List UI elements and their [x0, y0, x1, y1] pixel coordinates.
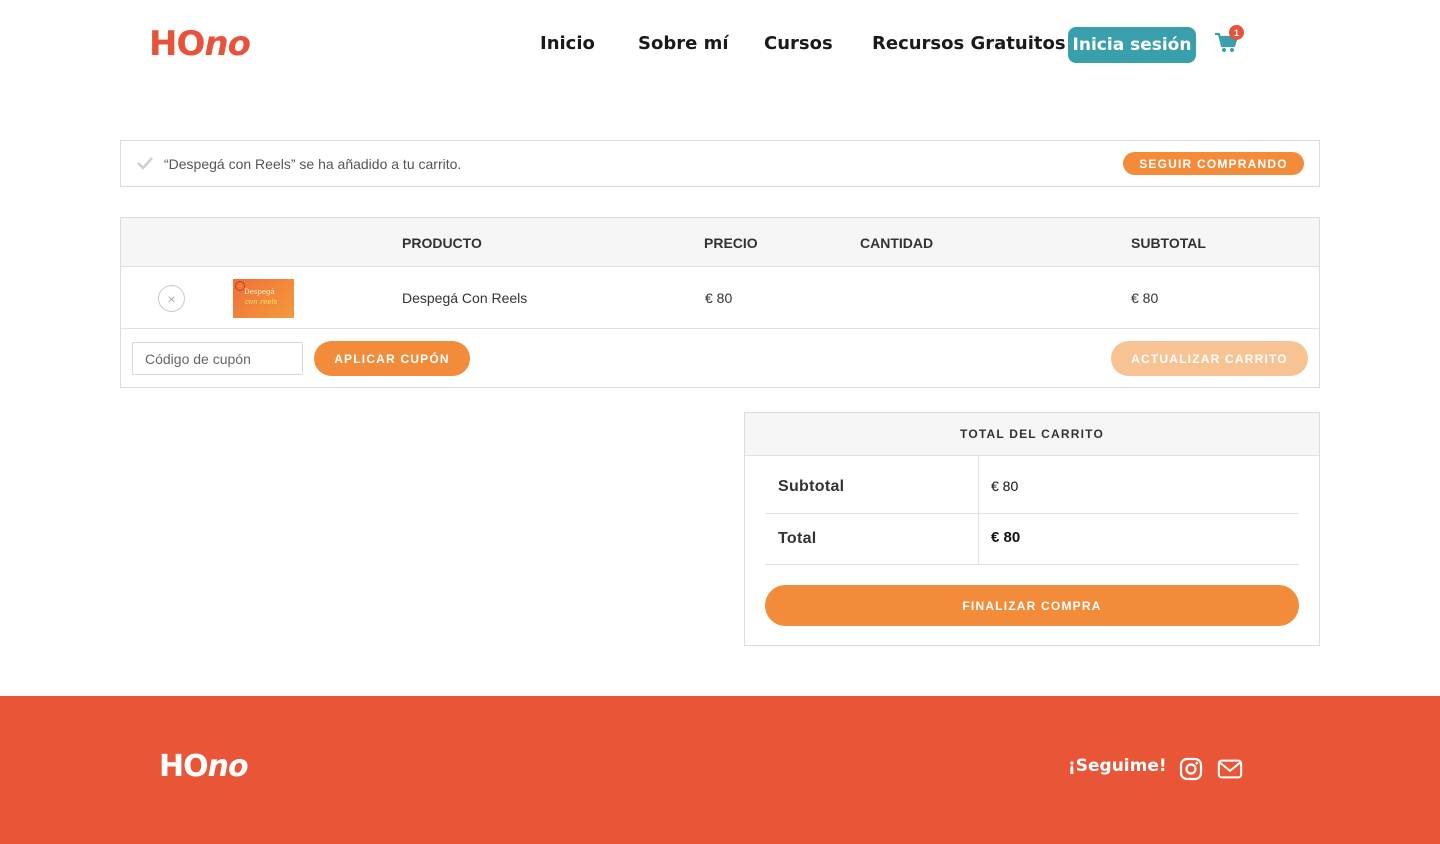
logo-text-no: no [204, 24, 251, 64]
nav-sobre-mi[interactable]: Sobre mí [638, 33, 729, 54]
divider [978, 514, 979, 564]
remove-item-button[interactable]: × [158, 285, 185, 312]
logo-text-ho: HO [159, 749, 209, 784]
thumbnail-text-1: Despegá [244, 288, 275, 296]
checkout-button[interactable]: Finalizar compra [765, 585, 1299, 626]
site-header: HOno Inicio Sobre mí Cursos Recursos Gra… [0, 0, 1440, 90]
logo-text-ho: HO [149, 24, 205, 64]
totals-row-subtotal: Subtotal € 80 [765, 456, 1299, 514]
cart-count-badge: 1 [1229, 25, 1244, 40]
col-precio: PRECIO [704, 235, 758, 251]
cart-table-header: PRODUCTO PRECIO CANTIDAD SUBTOTAL [121, 218, 1319, 267]
totals-row-total: Total € 80 [765, 514, 1299, 565]
product-subtotal: € 80 [1131, 290, 1159, 306]
product-price: € 80 [705, 290, 733, 306]
check-icon [137, 157, 153, 170]
totals-heading: TOTAL DEL CARRITO [745, 413, 1319, 456]
site-footer: HOno ¡Seguime! [0, 696, 1440, 844]
table-row: × Despegá con reels Despegá Con Reels € … [121, 267, 1319, 329]
nav-inicio[interactable]: Inicio [540, 33, 595, 54]
total-label: Total [778, 530, 817, 547]
product-thumbnail[interactable]: Despegá con reels [233, 279, 294, 318]
apply-coupon-button[interactable]: Aplicar cupón [314, 341, 470, 376]
subtotal-value: € 80 [991, 478, 1019, 494]
notice-message: “Despegá con Reels” se ha añadido a tu c… [164, 156, 462, 172]
coupon-input[interactable] [132, 342, 303, 375]
subtotal-label: Subtotal [778, 478, 845, 495]
nav-cursos[interactable]: Cursos [764, 33, 833, 54]
thumbnail-text-2: con reels [245, 298, 278, 306]
footer-logo[interactable]: HOno [159, 749, 249, 784]
login-button[interactable]: Inicia sesión [1068, 27, 1196, 63]
instagram-icon[interactable] [1178, 756, 1204, 782]
col-cantidad: CANTIDAD [860, 235, 934, 251]
mail-icon[interactable] [1217, 756, 1243, 782]
cart-notice: “Despegá con Reels” se ha añadido a tu c… [120, 140, 1320, 187]
nav-recursos-gratuitos[interactable]: Recursos Gratuitos [872, 33, 1066, 54]
logo-text-no: no [207, 749, 249, 784]
cart-table: PRODUCTO PRECIO CANTIDAD SUBTOTAL × Desp… [120, 217, 1320, 388]
follow-label: ¡Seguime! [1068, 756, 1167, 776]
divider [978, 456, 979, 513]
site-logo[interactable]: HOno [149, 24, 251, 64]
update-cart-button[interactable]: Actualizar carrito [1111, 341, 1308, 376]
col-producto: PRODUCTO [402, 235, 482, 251]
col-subtotal: SUBTOTAL [1131, 235, 1206, 251]
total-value: € 80 [991, 529, 1021, 546]
product-name-link[interactable]: Despegá Con Reels [402, 290, 527, 306]
cart-totals: TOTAL DEL CARRITO Subtotal € 80 Total € … [744, 412, 1320, 646]
continue-shopping-button[interactable]: Seguir comprando [1123, 152, 1304, 175]
cart-actions: Aplicar cupón Actualizar carrito [121, 329, 1319, 387]
